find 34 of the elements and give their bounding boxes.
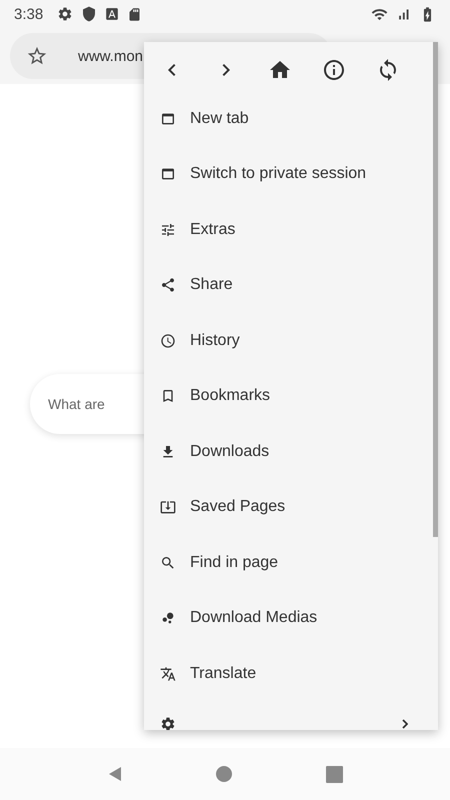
menu-item[interactable]: Switch to private session xyxy=(144,146,438,202)
settings-icon xyxy=(57,6,74,22)
chevron-icon xyxy=(402,718,408,728)
dots-icon xyxy=(160,610,176,626)
back-triangle-icon[interactable] xyxy=(106,766,123,782)
sliders-icon xyxy=(160,222,176,238)
menu-item[interactable]: Bookmarks xyxy=(144,368,438,424)
gear-icon xyxy=(160,716,176,730)
menu-item[interactable]: Find in page xyxy=(144,535,438,590)
url-text: www.mon xyxy=(78,48,144,64)
window-icon xyxy=(160,166,176,182)
info-icon[interactable] xyxy=(322,58,346,82)
share-icon xyxy=(160,277,176,294)
menu-item[interactable]: New tab xyxy=(144,91,438,146)
menu-item[interactable]: History xyxy=(144,313,438,368)
menu-item[interactable]: Saved Pages xyxy=(144,480,438,535)
menu-item[interactable]: Translate xyxy=(144,646,438,702)
tab-icon xyxy=(160,110,176,127)
menu-item[interactable]: Download Medias xyxy=(144,590,438,646)
sd-card-icon xyxy=(127,6,142,22)
home-circle-icon[interactable] xyxy=(216,766,232,782)
menu-item[interactable]: Extras xyxy=(144,202,438,258)
search-icon xyxy=(160,554,176,571)
menu-item[interactable]: Share xyxy=(144,258,438,313)
menu-item[interactable]: Downloads xyxy=(144,424,438,480)
star-icon[interactable] xyxy=(26,45,48,67)
clock-icon xyxy=(160,332,176,349)
shield-icon xyxy=(81,6,98,22)
translate-icon xyxy=(160,666,176,682)
signal-icon xyxy=(396,6,411,22)
text-box-icon xyxy=(105,7,120,21)
status-time: 3:38 xyxy=(14,6,44,22)
save-icon xyxy=(160,499,176,516)
square-icon[interactable] xyxy=(326,766,344,782)
